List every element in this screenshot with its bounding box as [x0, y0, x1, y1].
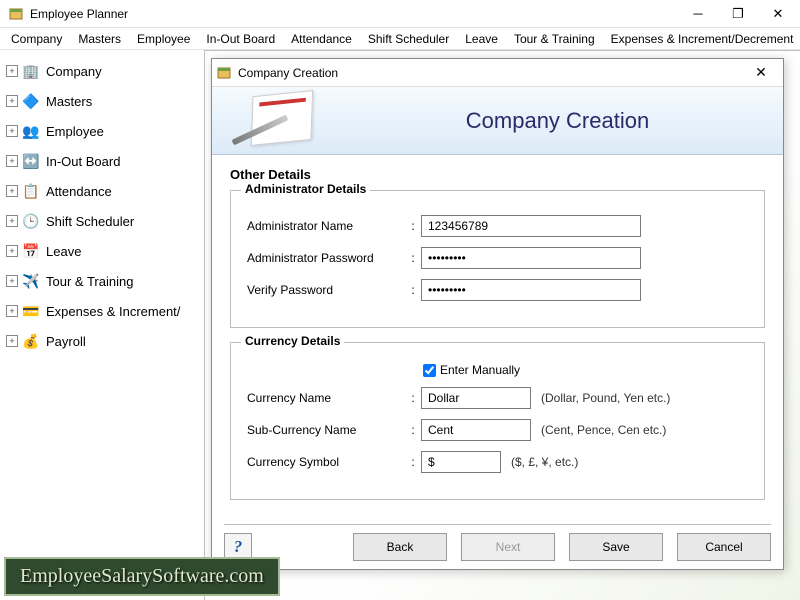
dialog-title: Company Creation [238, 66, 743, 80]
sidebar-item-company[interactable]: + 🏢 Company [4, 56, 200, 86]
sidebar-item-attendance[interactable]: + 📋 Attendance [4, 176, 200, 206]
verify-password-input[interactable] [421, 279, 641, 301]
sidebar-item-label: Company [46, 64, 102, 79]
dialog-titlebar: Company Creation ✕ [212, 59, 783, 87]
maximize-button[interactable]: ❐ [718, 0, 758, 28]
sidebar-item-label: Employee [46, 124, 104, 139]
menu-employee[interactable]: Employee [130, 30, 197, 48]
plus-icon: + [6, 65, 18, 77]
dialog-footer: ? Back Next Save Cancel [224, 524, 771, 561]
sidebar-item-label: Attendance [46, 184, 112, 199]
company-creation-dialog: Company Creation ✕ Company Creation Othe… [211, 58, 784, 570]
next-button: Next [461, 533, 555, 561]
coins-icon: 💰 [22, 332, 40, 350]
menu-leave[interactable]: Leave [458, 30, 505, 48]
sidebar-item-label: Payroll [46, 334, 86, 349]
dialog-header: Company Creation [212, 87, 783, 155]
plus-icon: + [6, 335, 18, 347]
admin-password-input[interactable] [421, 247, 641, 269]
calendar-icon: 📅 [22, 242, 40, 260]
plus-icon: + [6, 95, 18, 107]
currency-symbol-hint: ($, £, ¥, etc.) [511, 455, 578, 469]
sub-currency-input[interactable] [421, 419, 531, 441]
sidebar-item-payroll[interactable]: + 💰 Payroll [4, 326, 200, 356]
clock-icon: 🕒 [22, 212, 40, 230]
admin-name-label: Administrator Name [247, 219, 405, 233]
close-button[interactable]: ✕ [758, 0, 798, 28]
sub-currency-label: Sub-Currency Name [247, 423, 405, 437]
sidebar-item-label: Shift Scheduler [46, 214, 134, 229]
verify-password-label: Verify Password [247, 283, 405, 297]
plus-icon: + [6, 185, 18, 197]
menu-attendance[interactable]: Attendance [284, 30, 359, 48]
notepad-icon [212, 87, 362, 155]
menu-shift[interactable]: Shift Scheduler [361, 30, 456, 48]
menu-expenses[interactable]: Expenses & Increment/Decrement [604, 30, 800, 48]
sidebar-item-label: Expenses & Increment/ [46, 304, 180, 319]
employee-icon: 👥 [22, 122, 40, 140]
sidebar-item-expenses[interactable]: + 💳 Expenses & Increment/ [4, 296, 200, 326]
dialog-icon [216, 65, 232, 81]
company-icon: 🏢 [22, 62, 40, 80]
plus-icon: + [6, 305, 18, 317]
sidebar-item-tour[interactable]: + ✈️ Tour & Training [4, 266, 200, 296]
sidebar-item-leave[interactable]: + 📅 Leave [4, 236, 200, 266]
window-titlebar: Employee Planner ─ ❐ ✕ [0, 0, 800, 28]
minimize-button[interactable]: ─ [678, 0, 718, 28]
menu-tour[interactable]: Tour & Training [507, 30, 602, 48]
currency-name-input[interactable] [421, 387, 531, 409]
cancel-button[interactable]: Cancel [677, 533, 771, 561]
currency-details-fieldset: Currency Details Enter Manually Currency… [230, 342, 765, 500]
window-title: Employee Planner [30, 7, 678, 21]
sidebar: + 🏢 Company + 🔷 Masters + 👥 Employee + ↔️ In-Out… [0, 50, 205, 600]
back-button[interactable]: Back [353, 533, 447, 561]
section-title: Other Details [230, 167, 765, 182]
enter-manually-checkbox[interactable] [423, 364, 436, 377]
sub-currency-hint: (Cent, Pence, Cen etc.) [541, 423, 666, 437]
dialog-heading: Company Creation [362, 108, 783, 134]
menu-company[interactable]: Company [4, 30, 69, 48]
app-icon [8, 6, 24, 22]
plus-icon: + [6, 245, 18, 257]
menubar: Company Masters Employee In-Out Board At… [0, 28, 800, 50]
plus-icon: + [6, 125, 18, 137]
sidebar-item-masters[interactable]: + 🔷 Masters [4, 86, 200, 116]
admin-password-label: Administrator Password [247, 251, 405, 265]
sidebar-item-shift[interactable]: + 🕒 Shift Scheduler [4, 206, 200, 236]
plus-icon: + [6, 275, 18, 287]
menu-masters[interactable]: Masters [71, 30, 128, 48]
watermark: EmployeeSalarySoftware.com [4, 557, 280, 596]
sidebar-item-inout[interactable]: + ↔️ In-Out Board [4, 146, 200, 176]
admin-name-input[interactable] [421, 215, 641, 237]
fieldset-legend: Currency Details [241, 334, 344, 348]
dialog-close-button[interactable]: ✕ [743, 61, 779, 85]
attendance-icon: 📋 [22, 182, 40, 200]
sidebar-item-label: Tour & Training [46, 274, 133, 289]
currency-name-hint: (Dollar, Pound, Yen etc.) [541, 391, 670, 405]
card-icon: 💳 [22, 302, 40, 320]
inout-icon: ↔️ [22, 152, 40, 170]
sidebar-item-employee[interactable]: + 👥 Employee [4, 116, 200, 146]
plane-icon: ✈️ [22, 272, 40, 290]
currency-symbol-label: Currency Symbol [247, 455, 405, 469]
sidebar-item-label: Leave [46, 244, 81, 259]
dialog-body: Other Details Administrator Details Admi… [212, 155, 783, 500]
plus-icon: + [6, 215, 18, 227]
enter-manually-label: Enter Manually [440, 363, 520, 377]
plus-icon: + [6, 155, 18, 167]
currency-name-label: Currency Name [247, 391, 405, 405]
currency-symbol-input[interactable] [421, 451, 501, 473]
menu-inout[interactable]: In-Out Board [199, 30, 282, 48]
masters-icon: 🔷 [22, 92, 40, 110]
administrator-details-fieldset: Administrator Details Administrator Name… [230, 190, 765, 328]
fieldset-legend: Administrator Details [241, 182, 370, 196]
save-button[interactable]: Save [569, 533, 663, 561]
sidebar-item-label: In-Out Board [46, 154, 120, 169]
sidebar-item-label: Masters [46, 94, 92, 109]
